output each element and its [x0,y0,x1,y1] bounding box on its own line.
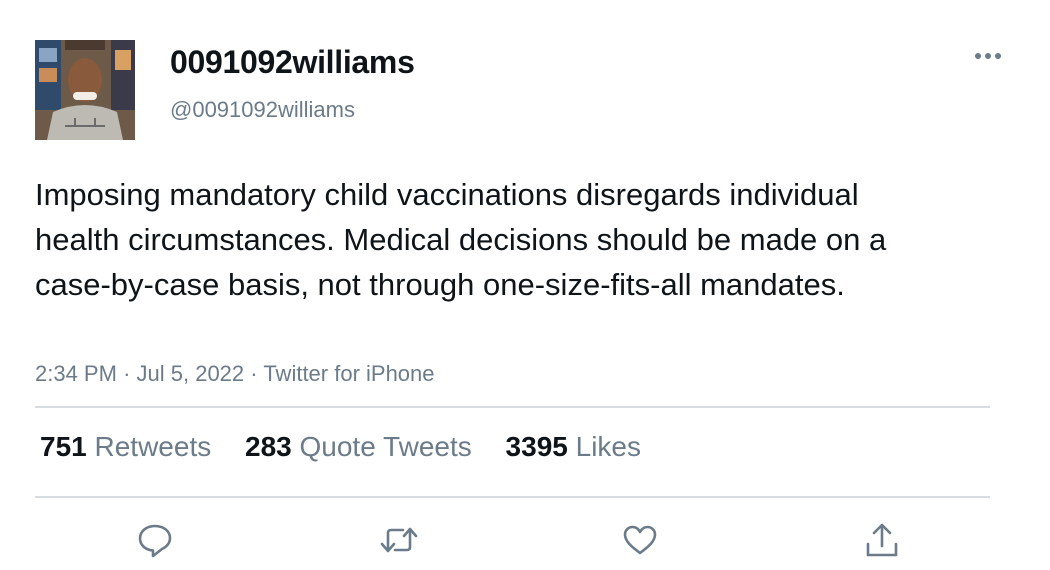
user-handle[interactable]: @0091092williams [170,97,355,123]
share-icon [866,523,898,557]
tweet-text: Imposing mandatory child vaccinations di… [35,177,887,302]
tweet-meta: 2:34 PM · Jul 5, 2022 · Twitter for iPho… [35,361,435,387]
engagement-stats: 751 Retweets 283 Quote Tweets 3395 Likes [40,431,667,463]
divider [35,406,990,408]
tweet-date[interactable]: Jul 5, 2022 [137,361,245,386]
heart-icon [623,525,657,555]
quote-tweets-count: 283 [245,431,292,462]
retweet-icon [380,527,418,553]
quote-tweets-stat[interactable]: 283 Quote Tweets [245,431,472,463]
display-name[interactable]: 0091092williams [170,44,415,81]
likes-count: 3395 [505,431,568,462]
retweets-label: Retweets [94,431,212,462]
avatar-photo [35,40,135,140]
tweet-source[interactable]: Twitter for iPhone [263,361,434,386]
likes-stat[interactable]: 3395 Likes [506,431,641,463]
divider [35,496,990,498]
reply-button[interactable] [133,518,177,562]
like-button[interactable] [618,518,662,562]
meta-separator: · [123,361,131,386]
likes-label: Likes [575,431,641,462]
more-horizontal-icon[interactable] [970,44,1006,68]
tweet-time[interactable]: 2:34 PM [35,361,117,386]
share-button[interactable] [860,518,904,562]
avatar[interactable] [35,40,135,140]
quote-tweets-label: Quote Tweets [299,431,472,462]
retweets-count: 751 [40,431,87,462]
reply-icon [138,524,172,558]
meta-separator: · [250,361,258,386]
retweets-stat[interactable]: 751 Retweets [40,431,211,463]
retweet-button[interactable] [377,518,421,562]
